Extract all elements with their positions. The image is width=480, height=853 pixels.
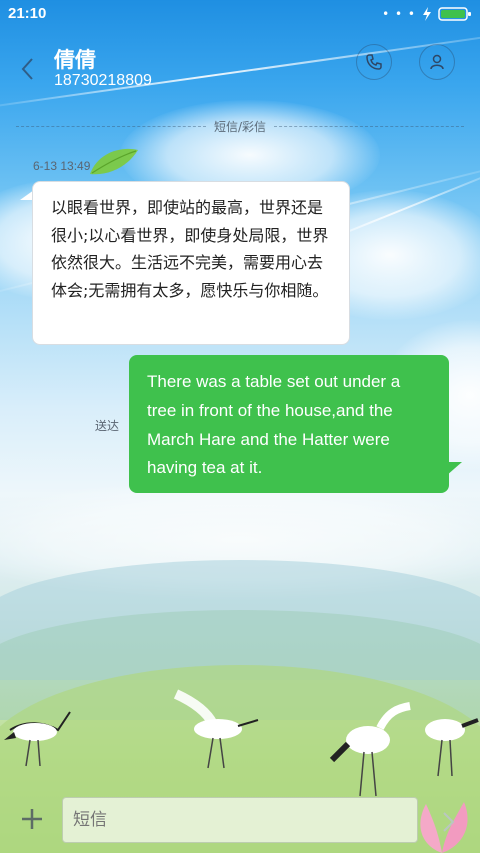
call-button[interactable]	[356, 44, 392, 80]
back-button[interactable]	[16, 54, 40, 84]
composer-bar	[0, 795, 480, 853]
person-icon	[430, 54, 444, 70]
charging-bolt-icon	[423, 7, 431, 21]
contact-phone: 18730218809	[54, 72, 152, 89]
status-icons: • • •	[382, 6, 472, 22]
crane-decoration	[4, 711, 71, 767]
send-arrow-icon	[443, 812, 455, 832]
leaf-decoration	[90, 148, 138, 175]
plus-icon	[22, 809, 42, 829]
more-dots-icon: • • •	[382, 7, 416, 21]
crane-decoration	[173, 689, 259, 769]
delivery-status: 送达	[95, 419, 120, 433]
send-button[interactable]	[436, 807, 460, 837]
outgoing-bubble-tail	[446, 462, 462, 476]
message-input[interactable]	[62, 797, 418, 843]
status-time: 21:10	[8, 5, 47, 22]
phone-icon	[366, 54, 382, 70]
conversation-header: 倩倩 18730218809	[0, 30, 480, 112]
message-timestamp: 6-13 13:49	[33, 159, 91, 173]
add-attachment-button[interactable]	[18, 805, 46, 833]
battery-icon	[438, 7, 471, 21]
crane-decoration	[329, 702, 411, 797]
chevron-left-icon	[21, 58, 33, 80]
incoming-message-bubble[interactable]: 以眼看世界，即使站的最高，世界还是很小;以心看世界，即使身处局限，世界依然很大。…	[32, 181, 350, 345]
contact-name[interactable]: 倩倩	[54, 44, 96, 74]
status-bar: 21:10 • • •	[0, 0, 480, 30]
crane-decoration	[425, 718, 479, 777]
outgoing-message-bubble[interactable]: There was a table set out under a tree i…	[129, 355, 449, 493]
contact-details-button[interactable]	[419, 44, 455, 80]
divider-line-right	[274, 126, 464, 127]
